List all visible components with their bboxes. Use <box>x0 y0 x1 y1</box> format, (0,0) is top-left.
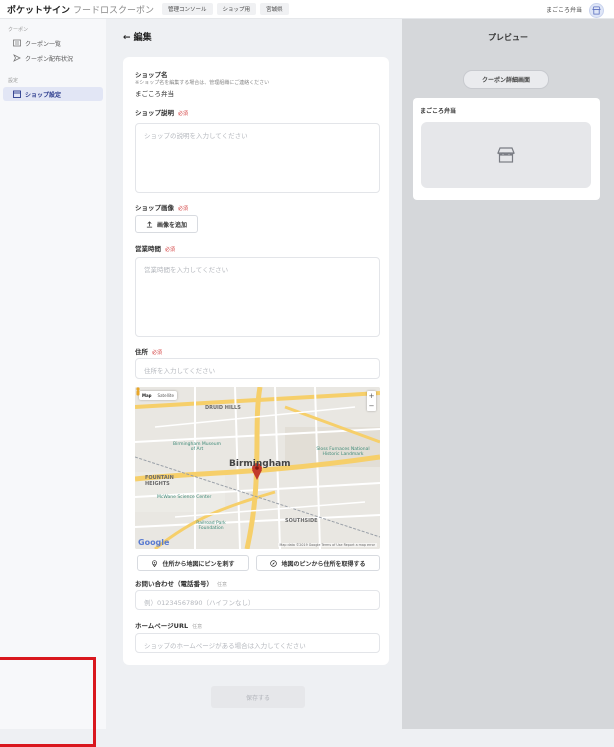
edit-form-card: ショップ名 ※ショップ名を編集する場合は、管理組織にご連絡ください まごころ弁当… <box>123 57 389 665</box>
preview-shop-name: まごころ弁当 <box>420 108 457 115</box>
sidebar-section-coupons: クーポン <box>8 27 29 33</box>
avatar[interactable] <box>589 3 604 18</box>
list-icon <box>13 39 21 47</box>
shop-name-value: まごころ弁当 <box>135 90 174 98</box>
save-button[interactable]: 保存する <box>211 686 305 708</box>
store-icon <box>592 6 601 15</box>
main-content: ← 編集 ショップ名 ※ショップ名を編集する場合は、管理組織にご連絡ください ま… <box>106 19 402 729</box>
tab-prefecture[interactable]: 宮城県 <box>260 3 289 15</box>
google-logo: Google <box>138 538 170 547</box>
phone-label: お問い合わせ（電話番号） 任意 <box>135 580 228 588</box>
pegman-icon[interactable] <box>135 387 141 397</box>
location-pin-icon <box>151 559 158 567</box>
map-label-southside: SOUTHSIDE <box>285 518 318 524</box>
description-label: ショップ説明 必須 <box>135 109 189 117</box>
compass-icon <box>270 559 278 567</box>
map-label-museum: Birmingham Museum of Art <box>173 442 221 452</box>
map-attribution[interactable]: Map data ©2019 Google Terms of Use Repor… <box>277 543 377 547</box>
shop-name-note: ※ショップ名を編集する場合は、管理組織にご連絡ください <box>135 80 270 86</box>
homepage-label: ホームページURL 任意 <box>135 622 203 630</box>
sidebar-section-settings: 設定 <box>8 78 19 84</box>
add-image-button[interactable]: 画像を追加 <box>135 215 198 233</box>
brand-subtitle: フードロスクーポン <box>73 5 155 16</box>
map-label-city: Birmingham <box>229 459 291 469</box>
preview-title: プレビュー <box>488 33 528 42</box>
tab-console[interactable]: 管理コンソール <box>162 3 213 15</box>
required-tag: 必須 <box>178 111 189 117</box>
sidebar-item-coupon-distribution[interactable]: クーポン配布状況 <box>3 51 103 65</box>
map-tab-satellite[interactable]: Satellite <box>155 391 177 400</box>
address-from-pin-button[interactable]: 地図のピンから住所を取得する <box>256 555 380 571</box>
brand-name: ポケットサイン <box>7 5 71 16</box>
optional-tag: 任意 <box>217 582 228 588</box>
hours-textarea[interactable]: 営業時間を入力してください <box>135 257 380 337</box>
optional-tag: 任意 <box>192 624 203 630</box>
tab-shop[interactable]: ショップ用 <box>216 3 257 15</box>
hours-label: 営業時間 必須 <box>135 245 176 253</box>
zoom-in-button[interactable]: + <box>367 391 376 401</box>
brand: ポケットサイン フードロスクーポン <box>7 3 154 16</box>
map-label-railroad-park: Railroad Park Foundation <box>196 521 226 531</box>
pin-from-address-button[interactable]: 住所から地図にピンを刺す <box>137 555 249 571</box>
zoom-out-button[interactable]: − <box>367 401 376 411</box>
calendar-icon <box>13 90 21 98</box>
homepage-input[interactable]: ショップのホームページがある場合は入力してください <box>135 633 380 653</box>
address-input[interactable]: 住所を入力してください <box>135 358 380 379</box>
sidebar-item-shop-settings[interactable]: ショップ設定 <box>3 87 103 101</box>
preview-panel: プレビュー クーポン詳細画面 まごころ弁当 <box>402 19 614 729</box>
top-bar: ポケットサイン フードロスクーポン 管理コンソール ショップ用 宮城県 まごころ弁… <box>0 0 614 19</box>
description-textarea[interactable]: ショップの説明を入力してください <box>135 123 380 193</box>
address-map[interactable]: Map Satellite + − DRUID HILLS Birmingham… <box>135 387 380 549</box>
required-tag: 必須 <box>178 206 189 212</box>
sidebar-item-label: クーポン配布状況 <box>25 55 74 63</box>
page-title[interactable]: ← 編集 <box>123 30 152 43</box>
required-tag: 必須 <box>152 350 163 356</box>
current-store-name[interactable]: まごころ弁当 <box>546 5 582 14</box>
map-label-mcwane: McWane Science Center <box>157 495 212 500</box>
preview-card: まごころ弁当 <box>413 98 600 200</box>
map-label-druid-hills: DRUID HILLS <box>205 405 241 411</box>
map-label-sloss: Sloss Furnaces National Historic Landmar… <box>316 447 370 457</box>
sidebar: クーポン クーポン一覧 クーポン配布状況 設定 ショップ設定 <box>0 19 106 729</box>
store-icon <box>497 147 515 163</box>
upload-icon <box>146 220 153 228</box>
map-tab-map[interactable]: Map <box>139 391 155 400</box>
shop-name-label: ショップ名 <box>135 71 168 79</box>
sidebar-item-label: ショップ設定 <box>25 91 62 99</box>
address-label: 住所 必須 <box>135 348 163 356</box>
sidebar-item-coupon-list[interactable]: クーポン一覧 <box>3 36 103 50</box>
phone-input[interactable]: 例）01234567890（ハイフンなし） <box>135 590 380 610</box>
map-zoom-control: + − <box>367 391 376 411</box>
sidebar-item-label: クーポン一覧 <box>25 40 62 48</box>
required-tag: 必須 <box>165 247 176 253</box>
send-icon <box>13 54 21 62</box>
map-type-toggle: Map Satellite <box>139 391 177 400</box>
image-label: ショップ画像 必須 <box>135 204 189 212</box>
map-label-fountain-heights: FOUNTAIN HEIGHTS <box>145 475 174 487</box>
top-tabs: 管理コンソール ショップ用 宮城県 <box>162 3 289 15</box>
preview-screen-pill[interactable]: クーポン詳細画面 <box>463 70 549 89</box>
preview-image-placeholder <box>421 122 591 188</box>
annotation-highlight-box <box>0 657 96 747</box>
